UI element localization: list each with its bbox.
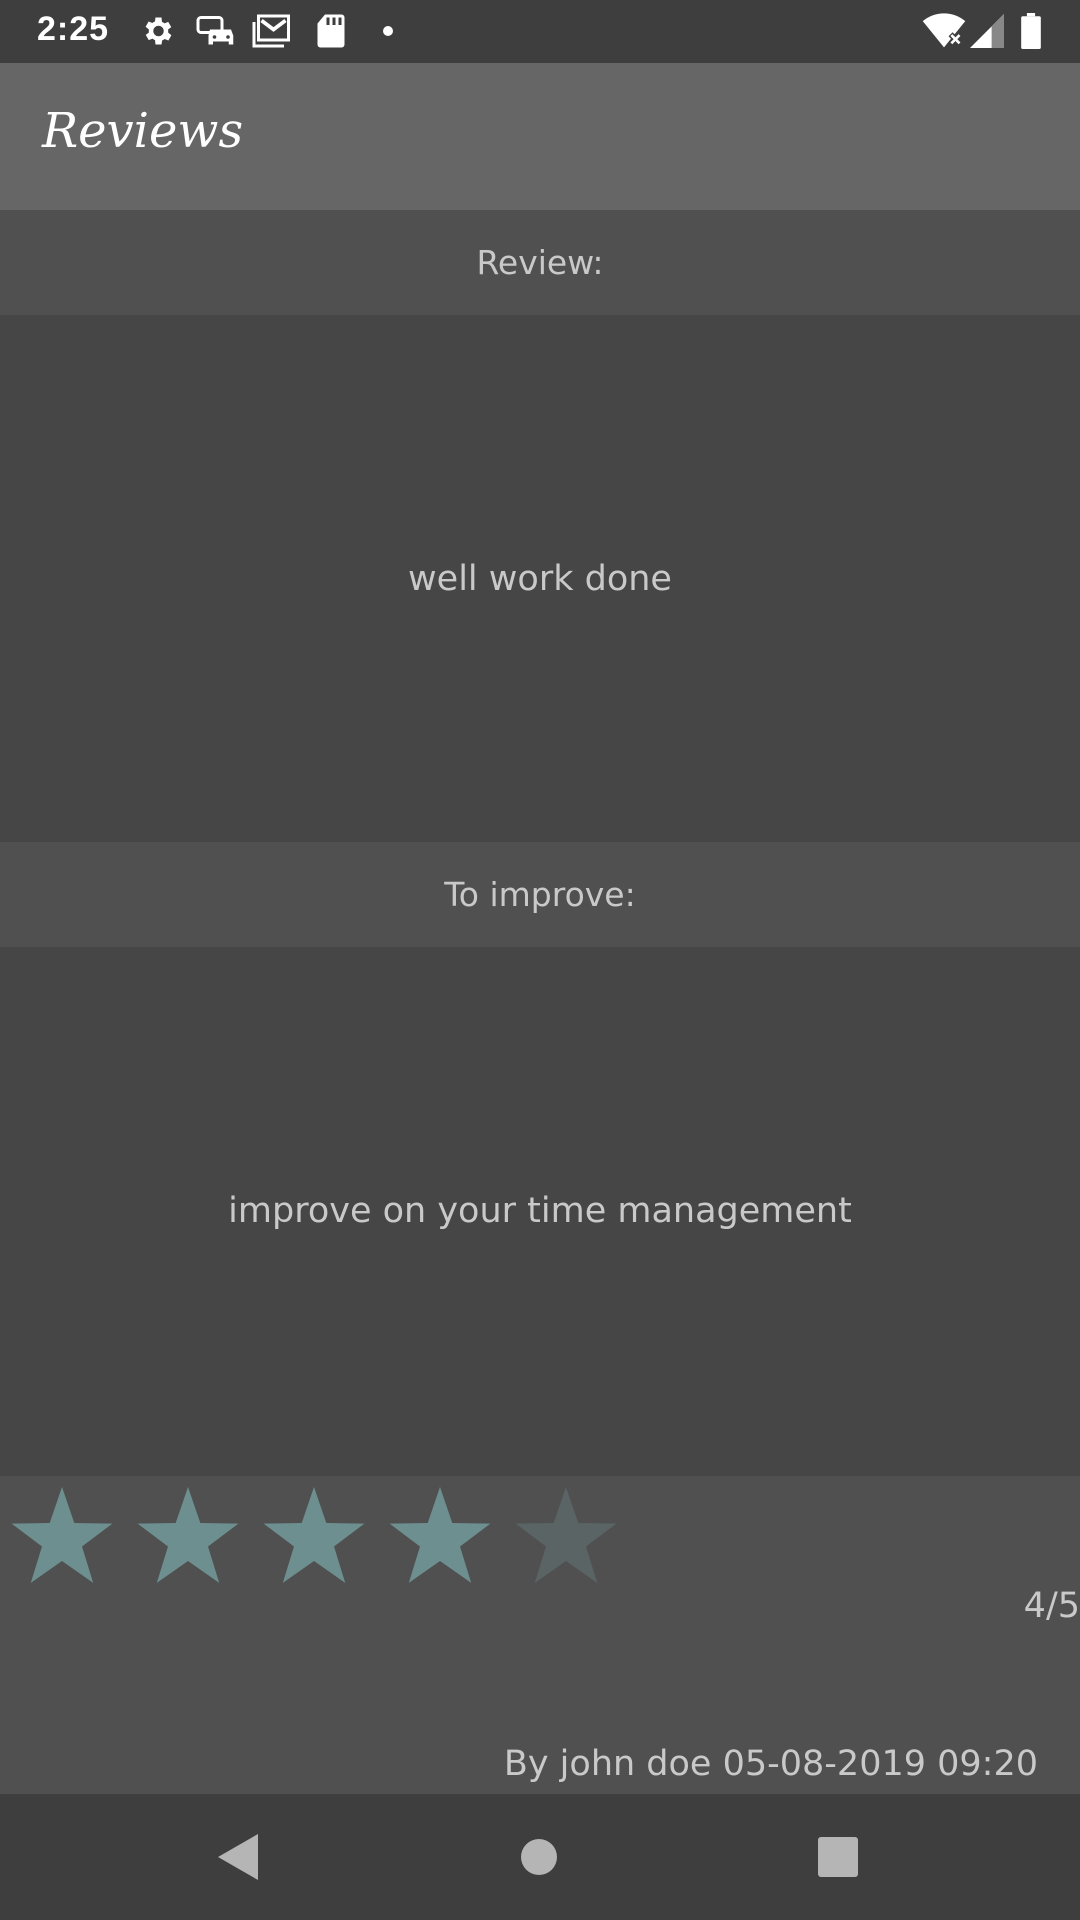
sd-card-icon [317, 14, 345, 48]
review-text: well work done [408, 558, 672, 599]
star-filled-icon [137, 1487, 239, 1583]
battery-icon [1021, 13, 1041, 49]
gear-icon [145, 17, 172, 45]
recents-icon [818, 1837, 858, 1877]
review-author: By john doe 05-08-2019 09:20 [503, 1744, 1038, 1784]
review-body: well work done [0, 315, 1080, 842]
improve-header-label: To improve: [444, 875, 636, 914]
status-bar: 2:25 [0, 0, 1080, 63]
dot-icon [383, 26, 393, 36]
car-sync-icon [196, 16, 234, 45]
rating-panel: 4/5 By john doe 05-08-2019 09:20 [0, 1476, 1080, 1794]
back-button[interactable] [159, 1794, 319, 1920]
review-header: Review: [0, 210, 1080, 315]
star-empty-icon [515, 1487, 617, 1583]
improve-body: improve on your time management [0, 947, 1080, 1474]
improve-header: To improve: [0, 842, 1080, 947]
home-icon [521, 1839, 557, 1875]
star-filled-icon [263, 1487, 365, 1583]
gmail-icon [252, 14, 290, 48]
rating-label: 4/5 [1023, 1586, 1080, 1626]
page-title: Reviews [42, 103, 244, 159]
home-button[interactable] [459, 1794, 619, 1920]
app-bar: Reviews [0, 63, 1080, 210]
star-filled-icon [11, 1487, 113, 1583]
review-header-label: Review: [476, 243, 604, 282]
improve-text: improve on your time management [228, 1190, 852, 1231]
status-time: 2:25 [37, 10, 110, 48]
back-icon [218, 1834, 258, 1880]
navigation-bar [0, 1794, 1080, 1920]
star-filled-icon [389, 1487, 491, 1583]
screen: 2:25 Reviews Review: well work done To i… [0, 0, 1080, 1920]
wifi-icon [922, 13, 966, 48]
recents-button[interactable] [758, 1794, 918, 1920]
signal-icon [970, 14, 1004, 48]
rating-stars [11, 1487, 617, 1583]
